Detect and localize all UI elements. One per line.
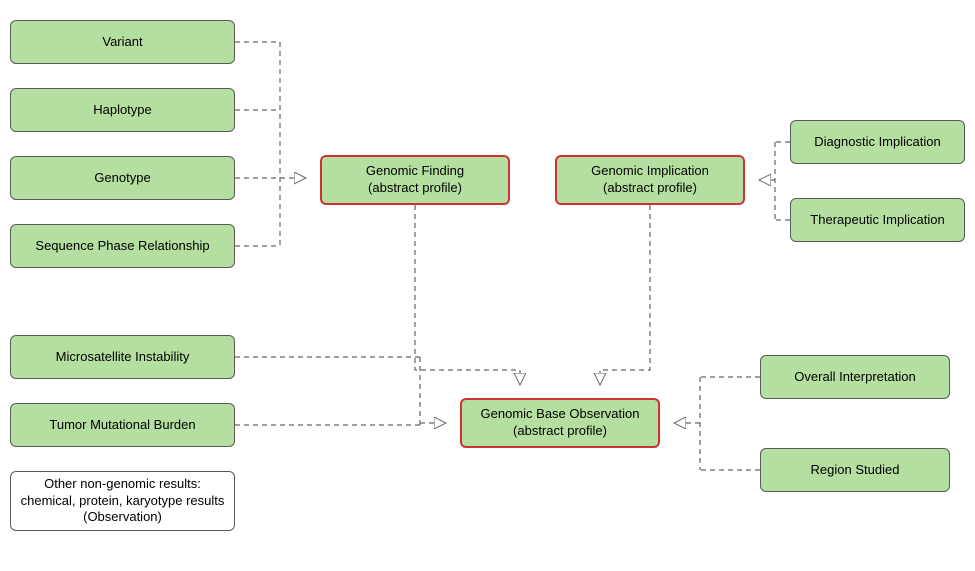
label-group: Other non-genomic results: chemical, pro… (21, 476, 225, 527)
node-overall-interpretation: Overall Interpretation (760, 355, 950, 399)
label-line2: (abstract profile) (481, 423, 640, 440)
label: Region Studied (811, 462, 900, 479)
label-line2: (abstract profile) (366, 180, 464, 197)
label: Diagnostic Implication (814, 134, 940, 151)
label: Sequence Phase Relationship (35, 238, 209, 255)
label-line1: Genomic Finding (366, 163, 464, 180)
label-line1: Genomic Implication (591, 163, 709, 180)
label-line1: Genomic Base Observation (481, 406, 640, 423)
node-other-nongenomic: Other non-genomic results: chemical, pro… (10, 471, 235, 531)
label-line3: (Observation) (21, 509, 225, 526)
node-genomic-base-observation: Genomic Base Observation (abstract profi… (460, 398, 660, 448)
label-group: Genomic Implication (abstract profile) (591, 163, 709, 197)
label: Variant (102, 34, 142, 51)
label: Haplotype (93, 102, 152, 119)
node-diagnostic-implication: Diagnostic Implication (790, 120, 965, 164)
node-variant: Variant (10, 20, 235, 64)
label-line2: (abstract profile) (591, 180, 709, 197)
node-sequence-phase: Sequence Phase Relationship (10, 224, 235, 268)
label: Therapeutic Implication (810, 212, 944, 229)
node-microsatellite: Microsatellite Instability (10, 335, 235, 379)
label: Tumor Mutational Burden (49, 417, 195, 434)
node-genotype: Genotype (10, 156, 235, 200)
node-region-studied: Region Studied (760, 448, 950, 492)
node-genomic-finding: Genomic Finding (abstract profile) (320, 155, 510, 205)
label: Genotype (94, 170, 150, 187)
label-line1: Other non-genomic results: (21, 476, 225, 493)
node-tumor-mutational: Tumor Mutational Burden (10, 403, 235, 447)
label-line2: chemical, protein, karyotype results (21, 493, 225, 510)
node-haplotype: Haplotype (10, 88, 235, 132)
label-group: Genomic Finding (abstract profile) (366, 163, 464, 197)
node-therapeutic-implication: Therapeutic Implication (790, 198, 965, 242)
label-group: Genomic Base Observation (abstract profi… (481, 406, 640, 440)
label: Overall Interpretation (794, 369, 915, 386)
label: Microsatellite Instability (56, 349, 190, 366)
node-genomic-implication: Genomic Implication (abstract profile) (555, 155, 745, 205)
